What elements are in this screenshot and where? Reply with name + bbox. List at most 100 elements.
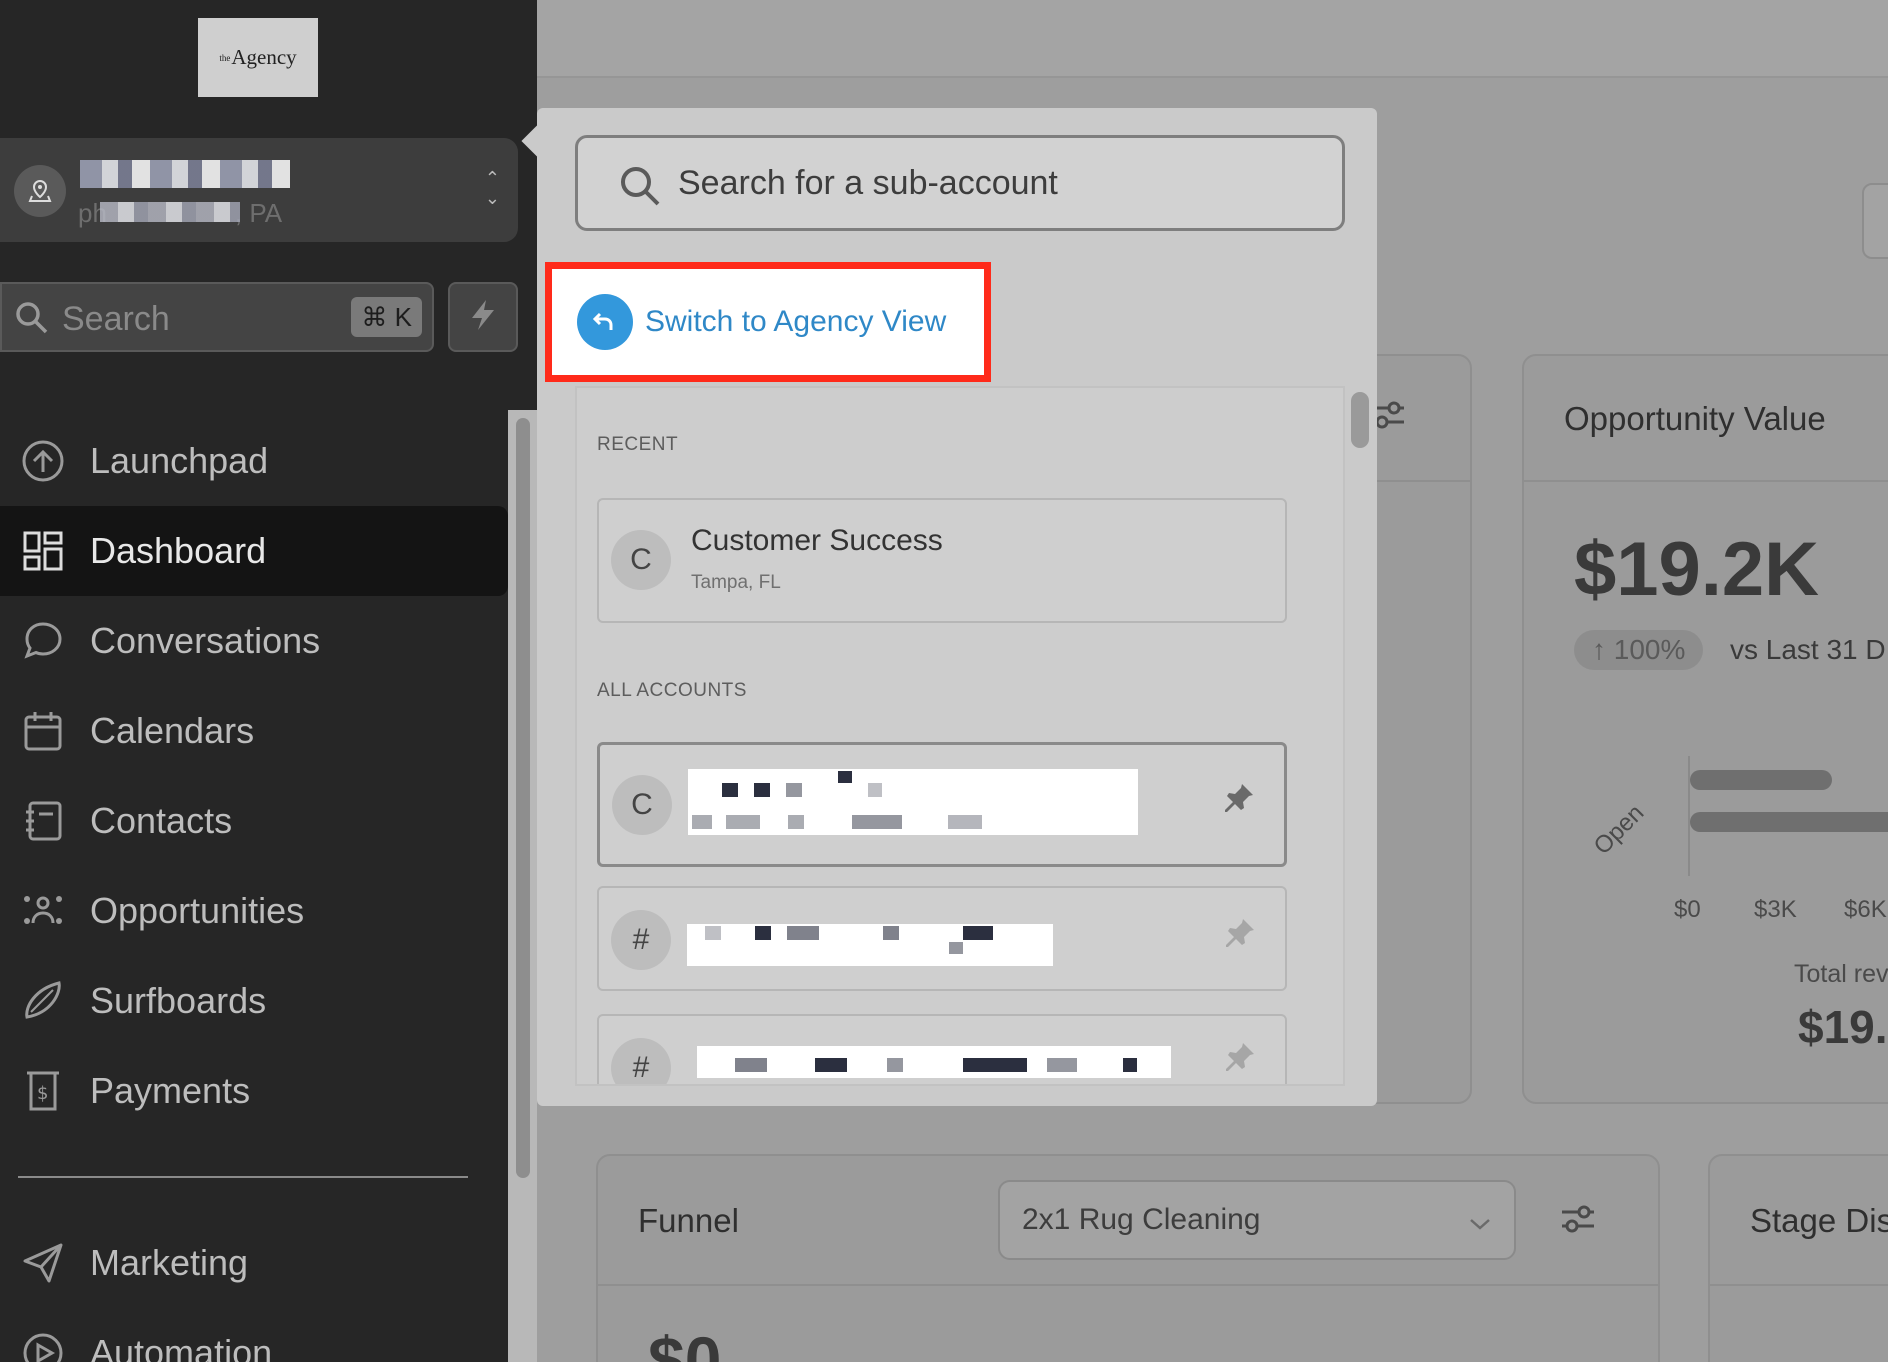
stage-card-title: Stage Dis bbox=[1750, 1202, 1888, 1239]
chevron-up-down-icon: ⌃ ⌄ bbox=[484, 168, 500, 208]
compare-label: vs Last 31 D bbox=[1730, 634, 1886, 665]
account-location: Tampa, FL bbox=[691, 572, 781, 593]
nav-label: Contacts bbox=[90, 800, 233, 841]
account-avatar: C bbox=[611, 530, 671, 590]
account-avatar: # bbox=[611, 1038, 671, 1084]
account-list-item[interactable]: C bbox=[597, 742, 1287, 867]
account-location-redacted bbox=[100, 202, 240, 222]
sidebar-item-marketing[interactable]: Marketing bbox=[0, 1218, 508, 1308]
pipeline-select-value: 2x1 Rug Cleaning bbox=[1022, 1203, 1261, 1236]
switch-to-agency-view-button[interactable]: Switch to Agency View bbox=[545, 262, 991, 382]
account-list-item[interactable]: # bbox=[597, 1014, 1287, 1084]
redacted-account-name bbox=[697, 1046, 1171, 1078]
account-list: RECENT C Customer Success Tampa, FL ALL … bbox=[575, 386, 1345, 1086]
opportunities-icon bbox=[20, 888, 66, 934]
calendar-icon bbox=[20, 708, 66, 754]
popover-scrollbar[interactable] bbox=[1351, 392, 1369, 448]
arrow-up-icon: ↑ bbox=[1592, 634, 1614, 665]
redacted-account-name bbox=[688, 769, 1138, 835]
funnel-value: $0 bbox=[648, 1323, 722, 1362]
account-location-suffix: , PA bbox=[234, 198, 283, 228]
chart-bar bbox=[1690, 812, 1888, 832]
sidebar-search-placeholder: Search bbox=[62, 300, 170, 338]
nav-label: Launchpad bbox=[90, 440, 269, 481]
account-avatar: # bbox=[611, 910, 671, 970]
sidebar: the Agency ph, PA ⌃ ⌄ Search ⌘ K Launchpad… bbox=[0, 0, 537, 1362]
launchpad-icon bbox=[20, 438, 66, 484]
total-label: Total rev bbox=[1794, 960, 1888, 988]
chart-axis-label: Open bbox=[1588, 799, 1650, 860]
account-name-redacted bbox=[80, 160, 290, 188]
nav-label: Conversations bbox=[90, 620, 321, 661]
tick-label: $6K bbox=[1844, 896, 1887, 923]
svg-text:$: $ bbox=[37, 1083, 48, 1104]
nav-label: Dashboard bbox=[90, 530, 267, 571]
opportunity-value-card: Opportunity Value $19.2K ↑ 100% vs Last … bbox=[1522, 354, 1888, 1104]
send-icon bbox=[20, 1240, 66, 1286]
location-pin-icon bbox=[14, 165, 66, 217]
sidebar-item-automation[interactable]: Automation bbox=[0, 1308, 508, 1362]
subaccount-search-placeholder: Search for a sub-account bbox=[678, 164, 1058, 202]
dashboard-icon bbox=[20, 528, 66, 574]
account-list-item[interactable]: # bbox=[597, 886, 1287, 991]
sidebar-item-contacts[interactable]: Contacts bbox=[0, 776, 508, 866]
subaccount-switcher-popover: Search for a sub-account Switch to Agenc… bbox=[537, 108, 1377, 1106]
nav-divider bbox=[18, 1176, 468, 1178]
search-icon bbox=[618, 164, 662, 213]
sidebar-item-surfboards[interactable]: Surfboards bbox=[0, 956, 508, 1046]
chat-icon bbox=[20, 618, 66, 664]
sidebar-item-launchpad[interactable]: Launchpad bbox=[0, 416, 508, 506]
nav-label: Opportunities bbox=[90, 890, 305, 931]
payments-icon: $ bbox=[20, 1068, 66, 1114]
pin-icon[interactable] bbox=[1223, 916, 1257, 955]
logo-name: Agency bbox=[231, 45, 297, 69]
opportunity-value: $19.2K bbox=[1574, 527, 1820, 612]
sidebar-item-conversations[interactable]: Conversations bbox=[0, 596, 508, 686]
nav-label: Payments bbox=[90, 1070, 251, 1111]
sidebar-item-calendars[interactable]: Calendars bbox=[0, 686, 508, 776]
recent-header: RECENT bbox=[597, 434, 679, 455]
total-value: $19. bbox=[1798, 1001, 1888, 1053]
sidebar-search[interactable]: Search ⌘ K bbox=[0, 282, 434, 352]
subaccount-search-input[interactable]: Search for a sub-account bbox=[575, 135, 1345, 231]
funnel-title: Funnel bbox=[638, 1202, 739, 1239]
account-name: Customer Success bbox=[691, 524, 943, 557]
nav-label: Surfboards bbox=[90, 980, 267, 1021]
header-control[interactable] bbox=[1862, 183, 1888, 259]
lightning-icon bbox=[468, 298, 498, 337]
account-switcher[interactable]: ph, PA ⌃ ⌄ bbox=[0, 138, 518, 242]
filter-icon[interactable] bbox=[1560, 1204, 1596, 1239]
sidebar-item-dashboard[interactable]: Dashboard bbox=[0, 506, 508, 596]
tick-label: $0 bbox=[1674, 896, 1701, 923]
agency-logo: the Agency bbox=[198, 18, 318, 97]
shortcut-badge: ⌘ K bbox=[351, 297, 422, 337]
redacted-account-name bbox=[687, 924, 1053, 966]
opportunity-card-title: Opportunity Value bbox=[1564, 400, 1826, 437]
quick-actions-button[interactable] bbox=[448, 282, 518, 352]
return-arrow-icon bbox=[577, 294, 633, 350]
sidebar-scrollbar[interactable] bbox=[508, 410, 537, 1362]
logo-prefix: the bbox=[219, 52, 231, 63]
scrollbar-thumb[interactable] bbox=[516, 418, 530, 1178]
sidebar-nav: Launchpad Dashboard Conversations Calend… bbox=[0, 416, 508, 1362]
all-accounts-header: ALL ACCOUNTS bbox=[597, 680, 747, 701]
switch-to-agency-label: Switch to Agency View bbox=[645, 305, 947, 338]
nav-label: Marketing bbox=[90, 1242, 249, 1283]
chart-bar bbox=[1690, 770, 1832, 790]
tick-label: $3K bbox=[1754, 896, 1797, 923]
sidebar-item-payments[interactable]: $ Payments bbox=[0, 1046, 508, 1136]
stage-distribution-card: Stage Dis bbox=[1708, 1154, 1888, 1362]
automation-icon bbox=[20, 1330, 66, 1362]
top-bar bbox=[537, 0, 1888, 78]
contacts-icon bbox=[20, 798, 66, 844]
pin-icon[interactable] bbox=[1223, 1040, 1257, 1079]
change-value: 100% bbox=[1613, 634, 1686, 665]
recent-account-item[interactable]: C Customer Success Tampa, FL bbox=[597, 498, 1287, 623]
chevron-down-icon bbox=[1468, 1206, 1492, 1240]
change-badge: ↑ 100% bbox=[1574, 630, 1704, 670]
pipeline-select[interactable]: 2x1 Rug Cleaning bbox=[998, 1180, 1516, 1260]
sidebar-item-opportunities[interactable]: Opportunities bbox=[0, 866, 508, 956]
nav-label: Calendars bbox=[90, 710, 255, 751]
search-icon bbox=[14, 300, 50, 341]
pin-icon[interactable] bbox=[1222, 781, 1256, 820]
